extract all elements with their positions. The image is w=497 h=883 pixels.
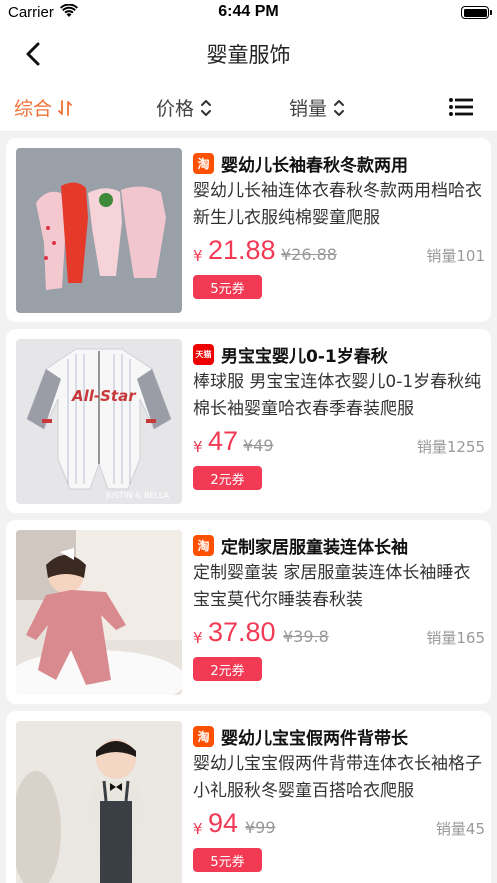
original-price: ¥26.88 [281,245,337,264]
product-title: 定制家居服童装连体长袖 [221,538,408,558]
tmall-badge-icon: 天猫 [193,344,214,365]
status-bar: Carrier 6:44 PM [0,0,497,26]
original-price: ¥99 [245,818,276,837]
image-watermark-text: JUSTIN & BELLA [105,491,169,500]
product-image: All-Star JUSTIN & BELLA [16,339,182,504]
currency-symbol: ¥ [193,629,203,647]
taobao-badge-icon: 淘 [193,153,214,174]
sort-updown-icon [334,99,345,116]
svg-text:All-Star: All-Star [71,387,137,405]
product-card[interactable]: 淘 定制家居服童装连体长袖 定制婴童装 家居服童装连体长袖睡衣宝宝莫代尔睡装春秋… [6,520,491,704]
sales-count: 销量45 [435,820,485,838]
currency-symbol: ¥ [193,438,203,456]
navigation-bar: 婴童服饰 [0,26,497,81]
product-title: 婴幼儿宝宝假两件背带长 [221,729,408,749]
filter-sales[interactable]: 销量 [289,94,345,121]
product-price: 94 [208,808,239,838]
coupon-badge[interactable]: 2元券 [193,657,262,681]
product-description: 定制婴童装 家居服童装连体长袖睡衣宝宝莫代尔睡装春秋装 [193,563,471,610]
coupon-badge[interactable]: 5元券 [193,275,262,299]
sort-swap-icon [58,99,72,116]
page-title: 婴童服饰 [206,43,291,67]
filter-bar: 综合 价格 销量 [0,81,497,132]
list-view-icon[interactable] [449,97,473,117]
sales-count: 销量1255 [416,438,485,456]
taobao-badge-icon: 淘 [193,726,214,747]
original-price: ¥39.8 [283,627,329,646]
coupon-badge[interactable]: 2元券 [193,466,262,490]
filter-comprehensive-label: 综合 [14,98,53,120]
sort-updown-icon [201,99,212,116]
product-description: 婴幼儿长袖连体衣春秋冬款两用档哈衣新生儿衣服纯棉婴童爬服 [193,181,482,228]
coupon-badge[interactable]: 5元券 [193,848,262,872]
status-time: 6:44 PM [218,3,279,20]
taobao-badge-icon: 淘 [193,535,214,556]
sales-count: 销量165 [426,629,485,647]
product-price: 37.80 [208,617,276,647]
product-price: 21.88 [208,235,276,265]
currency-symbol: ¥ [193,247,203,265]
product-card[interactable]: All-Star JUSTIN & BELLA 天猫 男宝宝婴儿0-1岁春秋 棒… [6,329,491,513]
filter-price[interactable]: 价格 [156,94,212,121]
currency-symbol: ¥ [193,820,203,838]
product-title: 婴幼儿长袖春秋冬款两用 [221,156,408,176]
product-description: 婴幼儿宝宝假两件背带连体衣长袖格子小礼服秋冬婴童百搭哈衣爬服 [193,754,482,801]
sales-count: 销量101 [426,247,485,265]
filter-comprehensive[interactable]: 综合 [14,94,72,121]
product-image [16,721,182,883]
product-price: 47 [208,426,239,456]
original-price: ¥49 [243,436,274,455]
product-description: 棒球服 男宝宝连体衣婴儿0-1岁春秋纯棉长袖婴童哈衣春季春装爬服 [193,372,482,419]
product-image [16,148,182,313]
filter-price-label: 价格 [156,98,195,120]
product-card[interactable]: 淘 婴幼儿宝宝假两件背带长 婴幼儿宝宝假两件背带连体衣长袖格子小礼服秋冬婴童百搭… [6,711,491,883]
product-list: 淘 婴幼儿长袖春秋冬款两用 婴幼儿长袖连体衣春秋冬款两用档哈衣新生儿衣服纯棉婴童… [6,138,491,883]
filter-sales-label: 销量 [289,98,328,120]
product-image [16,530,182,695]
product-title: 男宝宝婴儿0-1岁春秋 [221,347,388,367]
product-card[interactable]: 淘 婴幼儿长袖春秋冬款两用 婴幼儿长袖连体衣春秋冬款两用档哈衣新生儿衣服纯棉婴童… [6,138,491,322]
battery-icon [461,6,492,19]
